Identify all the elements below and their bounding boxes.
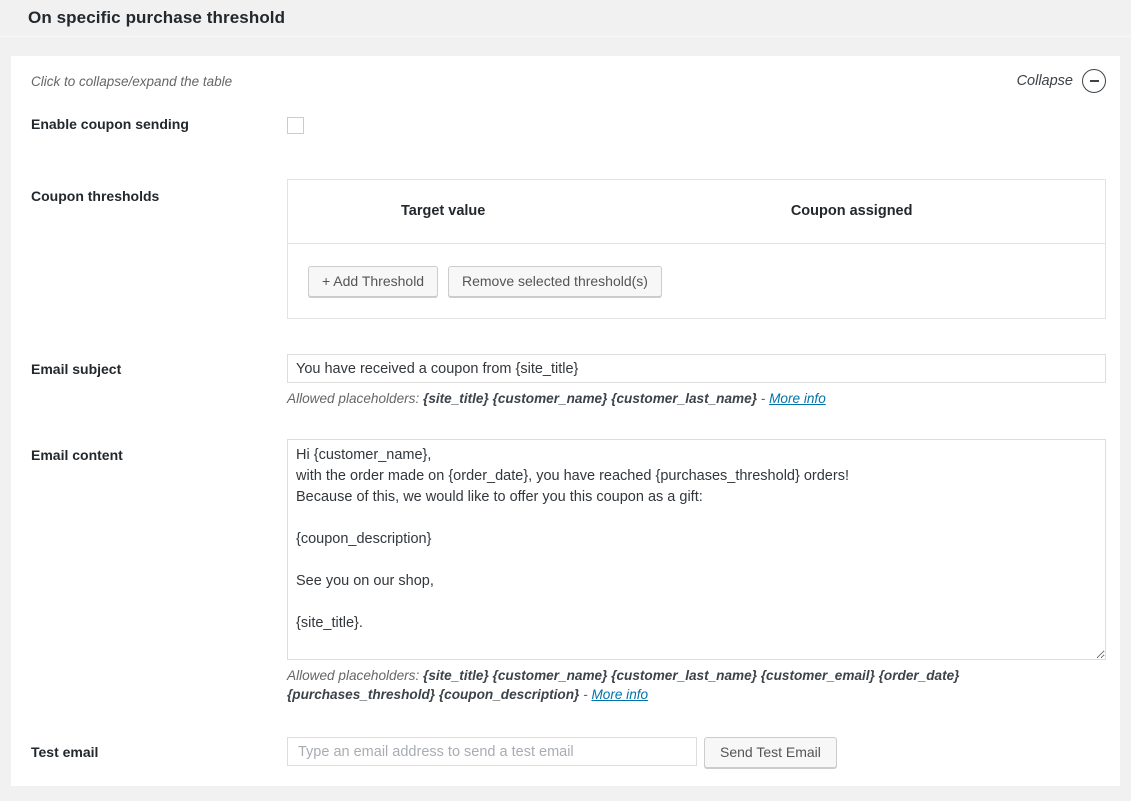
- more-info-link[interactable]: More info: [591, 687, 648, 702]
- test-email-input[interactable]: [287, 737, 697, 766]
- enable-coupon-label: Enable coupon sending: [31, 114, 287, 132]
- email-subject-label: Email subject: [31, 354, 287, 377]
- email-content-textarea[interactable]: Hi {customer_name}, with the order made …: [287, 439, 1106, 660]
- email-subject-input[interactable]: [287, 354, 1106, 383]
- collapse-control[interactable]: Collapse: [1017, 69, 1106, 93]
- more-info-link[interactable]: More info: [769, 391, 826, 406]
- enable-coupon-checkbox[interactable]: [287, 117, 304, 134]
- help-separator: -: [757, 391, 769, 406]
- column-header-target-value: Target value: [288, 180, 599, 244]
- email-content-row: Email content Hi {customer_name}, with t…: [31, 439, 1106, 704]
- help-prefix: Allowed placeholders:: [287, 391, 423, 406]
- remove-threshold-button[interactable]: Remove selected threshold(s): [448, 266, 662, 297]
- email-subject-row: Email subject Allowed placeholders: {sit…: [31, 354, 1106, 408]
- coupon-thresholds-row: Coupon thresholds Target value Coupon as…: [31, 179, 1106, 319]
- column-header-coupon-assigned: Coupon assigned: [598, 180, 1105, 244]
- coupon-thresholds-label: Coupon thresholds: [31, 179, 287, 204]
- email-content-help: Allowed placeholders: {site_title} {cust…: [287, 666, 1106, 704]
- email-content-label: Email content: [31, 439, 287, 463]
- thresholds-table-actions-row: + Add Threshold Remove selected threshol…: [288, 244, 1106, 319]
- thresholds-table-header-row: Target value Coupon assigned: [288, 180, 1106, 244]
- send-test-email-button[interactable]: Send Test Email: [704, 737, 837, 768]
- page-title: On specific purchase threshold: [28, 8, 1103, 28]
- add-threshold-button[interactable]: + Add Threshold: [308, 266, 438, 297]
- allowed-placeholders: {site_title} {customer_name} {customer_l…: [423, 391, 757, 406]
- collapse-minus-icon[interactable]: [1082, 69, 1106, 93]
- collapse-hint-text: Click to collapse/expand the table: [31, 74, 232, 89]
- help-separator: -: [579, 687, 591, 702]
- content-wrap: Click to collapse/expand the table Colla…: [0, 37, 1131, 801]
- enable-coupon-row: Enable coupon sending: [31, 114, 1106, 137]
- test-email-row: Test email Send Test Email: [31, 737, 1106, 768]
- collapse-label[interactable]: Collapse: [1017, 73, 1073, 89]
- page-header: On specific purchase threshold: [0, 0, 1131, 37]
- settings-panel: Click to collapse/expand the table Colla…: [11, 56, 1120, 786]
- collapse-hint-row[interactable]: Click to collapse/expand the table Colla…: [31, 69, 1106, 93]
- email-subject-help: Allowed placeholders: {site_title} {cust…: [287, 389, 1106, 408]
- thresholds-table: Target value Coupon assigned + Add Thres…: [287, 179, 1106, 319]
- test-email-label: Test email: [31, 737, 287, 760]
- help-prefix: Allowed placeholders:: [287, 668, 423, 683]
